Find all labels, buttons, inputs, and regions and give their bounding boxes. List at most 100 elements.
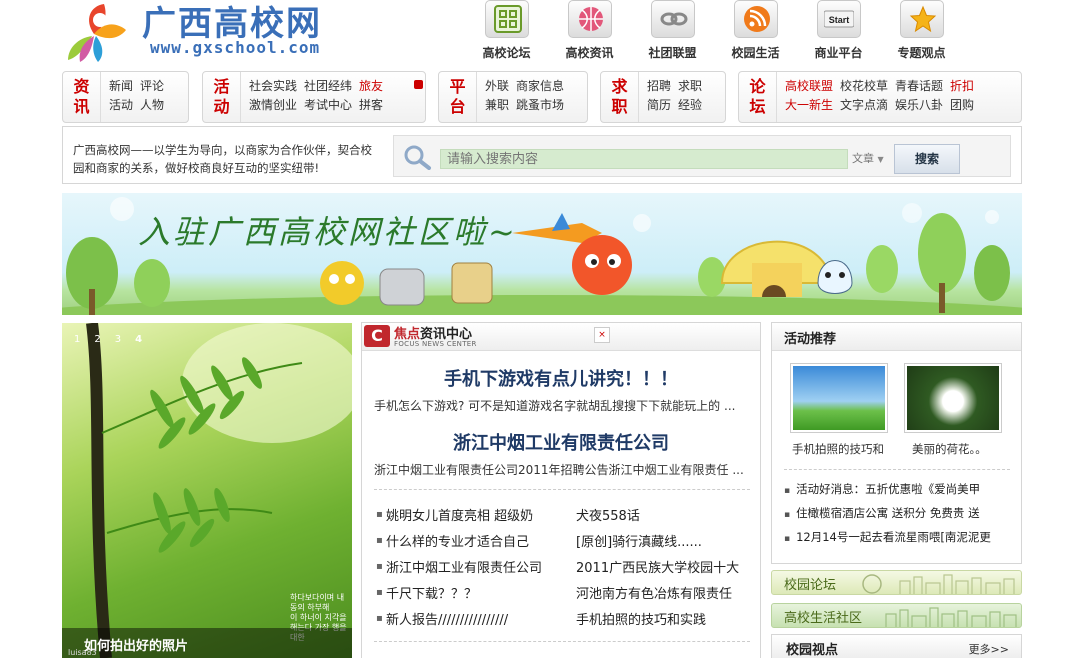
category-link[interactable]: 评论: [140, 78, 164, 94]
campus-life-bar[interactable]: 高校生活社区: [771, 603, 1022, 628]
category-jobs: 求职 招聘 求职 简历 经验: [600, 71, 726, 123]
slider-dot[interactable]: 1: [74, 334, 80, 345]
city-skyline-icon: [885, 607, 1017, 627]
search-icon: [404, 145, 431, 170]
category-link[interactable]: 考试中心: [304, 97, 352, 113]
category-news: 资讯 新闻 评论 活动 人物: [62, 71, 189, 123]
search-input[interactable]: [440, 149, 848, 169]
photo-slider[interactable]: 1 2 3 4 하다보다이며 내 동의 하부해 이 하너이 지각을 해는다 가장…: [62, 323, 352, 658]
nav-label: 专题观点: [897, 46, 946, 60]
top-nav: 高校论坛 高校资讯 社团联盟 校园生活 Start 商业平台 专题观点: [465, 0, 985, 62]
news-list: ▪ 姚明女儿首度亮相 超级奶 犬夜558话 ▪ 什么样的专业才适合自己 [原创]骑行滇藏…: [376, 501, 756, 631]
news-link[interactable]: 河池南方有色冶炼有限责任: [576, 583, 748, 602]
category-link[interactable]: 青春话题: [895, 78, 943, 94]
site-intro: 广西高校网——以学生为导向，以商家为合作伙伴，契合校园和商家的关系，做好校商良好…: [73, 143, 372, 175]
category-link[interactable]: 娱乐八卦: [895, 97, 943, 113]
nav-campus-life[interactable]: 校园生活: [714, 0, 797, 62]
nav-business[interactable]: Start 商业平台: [797, 0, 880, 62]
news-link[interactable]: 姚明女儿首度亮相 超级奶: [386, 505, 576, 524]
category-link[interactable]: 社团经纬: [304, 78, 352, 94]
category-link[interactable]: 团购: [950, 97, 974, 113]
category-link[interactable]: 旅友: [359, 78, 383, 94]
category-platform: 平台 外联 商家信息 兼职 跳蚤市场: [438, 71, 588, 123]
category-head: 资讯: [63, 72, 101, 122]
news-link[interactable]: 2011广西民族大学校园十大: [576, 557, 748, 576]
thumb-caption[interactable]: 美丽的荷花。。: [912, 441, 987, 457]
activity-divider: [784, 469, 1010, 470]
category-link[interactable]: 跳蚤市场: [516, 97, 564, 113]
category-link[interactable]: 商家信息: [516, 78, 564, 94]
news-center-header: C 焦点资讯中心 FOCUS NEWS CENTER ×: [362, 323, 760, 351]
nav-news[interactable]: 高校资讯: [548, 0, 631, 62]
more-link[interactable]: 更多>>: [969, 641, 1009, 657]
activity-item[interactable]: ▪ 12月14号一起去看流星雨喂[南泥泥更: [784, 529, 1014, 553]
category-link[interactable]: 求职: [678, 78, 702, 94]
slider-dot[interactable]: 2: [94, 334, 100, 345]
summary-1: 手机怎么下游戏? 可不是知道游戏名字就胡乱搜搜下下就能玩上的 ...: [374, 399, 736, 413]
city-skyline-icon: [862, 574, 1015, 594]
news-row: ▪ 浙江中烟工业有限责任公司 2011广西民族大学校园十大: [376, 553, 756, 579]
slider-caption[interactable]: 如何拍出好的照片: [62, 628, 352, 658]
category-link[interactable]: 折扣: [950, 78, 974, 94]
logo-flower-icon: [68, 4, 126, 62]
category-link[interactable]: 人物: [140, 97, 164, 113]
category-link[interactable]: 简历: [647, 97, 671, 113]
headline-2[interactable]: 浙江中烟工业有限责任公司: [362, 429, 760, 455]
news-link[interactable]: 浙江中烟工业有限责任公司: [386, 557, 576, 576]
search-button[interactable]: 搜索: [894, 144, 960, 174]
nav-clubs[interactable]: 社团联盟: [631, 0, 714, 62]
news-row: ▪ 新人报告////////////////手机拍照的技巧和实践: [376, 605, 756, 631]
summary-2: 浙江中烟工业有限责任公司2011年招聘公告浙江中烟工业有限责任 ...: [374, 463, 744, 477]
nav-topics[interactable]: 专题观点: [880, 0, 963, 62]
category-link[interactable]: 招聘: [647, 78, 671, 94]
headline-1[interactable]: 手机下游戏有点儿讲究！！！: [362, 365, 760, 391]
nav-label: 校园生活: [731, 46, 780, 60]
news-link[interactable]: 千尺下载？？？: [386, 583, 576, 602]
grid-icon: [484, 0, 529, 38]
nav-forum[interactable]: 高校论坛: [465, 0, 548, 62]
slider-dot[interactable]: 4: [135, 334, 142, 345]
category-link[interactable]: 激情创业: [249, 97, 297, 113]
activity-item[interactable]: ▪ 活动好消息：五折优惠啦《爱尚美甲: [784, 481, 1014, 505]
search-type-select[interactable]: 文章 ▼: [850, 149, 894, 169]
category-head: 求职: [601, 72, 639, 122]
community-banner[interactable]: 入驻广西高校网社区啦~: [62, 193, 1022, 315]
category-link[interactable]: 大一新生: [785, 97, 833, 113]
news-link[interactable]: 新人报告////////////////: [386, 609, 576, 628]
nav-label: 社团联盟: [648, 46, 697, 60]
star-icon: [899, 0, 944, 38]
category-link[interactable]: 拼客: [359, 97, 383, 113]
category-link[interactable]: 文字点滴: [840, 97, 888, 113]
news-link[interactable]: 犬夜558话: [576, 505, 748, 524]
category-link[interactable]: 社会实践: [249, 78, 297, 94]
category-link[interactable]: 校花校草: [840, 78, 888, 94]
campus-forum-bar[interactable]: 校园论坛: [771, 570, 1022, 595]
category-link[interactable]: 新闻: [109, 78, 133, 94]
news-logo-icon: C: [364, 325, 390, 347]
intro-search-panel: 广西高校网——以学生为导向，以商家为合作伙伴，契合校园和商家的关系，做好校商良好…: [62, 126, 1022, 184]
nav-label: 高校论坛: [482, 46, 531, 60]
news-link[interactable]: 手机拍照的技巧和实践: [576, 609, 748, 628]
close-icon[interactable]: ×: [594, 327, 610, 343]
search-type-label: 文章: [852, 152, 874, 165]
nav-label: 高校资讯: [565, 46, 614, 60]
chevron-down-icon: ▼: [877, 155, 884, 164]
site-logo[interactable]: 广西高校网 www.gxschool.com: [64, 0, 374, 66]
news-link[interactable]: 什么样的专业才适合自己: [386, 531, 576, 550]
slider-pagination: 1 2 3 4: [74, 334, 142, 345]
activity-item[interactable]: ▪ 住橄榄宿酒店公寓 送积分 免费贵 送: [784, 505, 1014, 529]
category-activity: 活动 社会实践 社团经纬 旅友 激情创业 考试中心 拼客: [202, 71, 426, 123]
category-link[interactable]: 兼职: [485, 97, 509, 113]
activity-thumb-1[interactable]: [790, 363, 888, 433]
category-link[interactable]: 活动: [109, 97, 133, 113]
category-link[interactable]: 外联: [485, 78, 509, 94]
activity-list: ▪ 活动好消息：五折优惠啦《爱尚美甲 ▪ 住橄榄宿酒店公寓 送积分 免费贵 送 ▪ 1…: [784, 481, 1014, 553]
start-icon-text: Start: [828, 15, 849, 25]
thumb-caption[interactable]: 手机拍照的技巧和: [792, 441, 884, 457]
category-link[interactable]: 高校联盟: [785, 78, 833, 94]
category-link[interactable]: 经验: [678, 97, 702, 113]
banner-title: 入驻广西高校网社区啦~: [138, 213, 518, 251]
activity-thumb-2[interactable]: [904, 363, 1002, 433]
slider-dot[interactable]: 3: [115, 334, 121, 345]
news-link[interactable]: [原创]骑行滇藏线......: [576, 531, 748, 550]
